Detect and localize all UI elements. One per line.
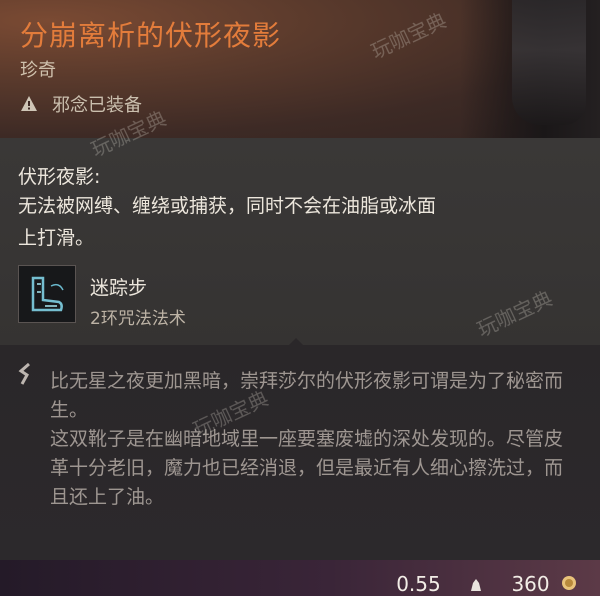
lore-text: 比无星之夜更加黑暗，崇拜莎尔的伏形夜影可谓是为了秘密而生。 这双靴子是在幽暗地域… <box>50 367 580 512</box>
item-value: 360 <box>511 572 550 596</box>
item-header: 分崩离析的伏形夜影 珍奇 邪念已装备 <box>0 0 600 138</box>
lore-paragraph-2: 这双靴子是在幽暗地域里一座要塞废墟的深处发现的。尽管皮革十分老旧，魔力也已经消退… <box>50 428 564 508</box>
effect-description: 无法被网缚、缠绕或捕获，同时不会在油脂或冰面上打滑。 <box>18 195 437 249</box>
item-name: 分崩离析的伏形夜影 <box>20 19 282 52</box>
lore-panel: 比无星之夜更加黑暗，崇拜莎尔的伏形夜影可谓是为了秘密而生。 这双靴子是在幽暗地域… <box>0 345 600 560</box>
item-rarity: 珍奇 <box>20 60 56 81</box>
lore-paragraph-1: 比无星之夜更加黑暗，崇拜莎尔的伏形夜影可谓是为了秘密而生。 <box>50 370 564 421</box>
lore-chevron-icon <box>18 363 30 385</box>
misty-step-icon[interactable] <box>18 265 76 323</box>
item-weight: 0.55 <box>396 572 441 596</box>
spell-level: 2环咒法法术 <box>90 309 186 329</box>
footer-values: 0.55 360 <box>396 572 586 596</box>
effect-title: 伏形夜影: <box>18 166 101 188</box>
warning-triangle-icon <box>21 96 37 111</box>
equipped-warning: 邪念已装备 <box>20 91 142 117</box>
item-art <box>460 0 600 138</box>
spell-name[interactable]: 迷踪步 <box>90 273 147 300</box>
warning-text: 邪念已装备 <box>52 95 142 116</box>
item-footer: 0.55 360 <box>0 560 600 596</box>
